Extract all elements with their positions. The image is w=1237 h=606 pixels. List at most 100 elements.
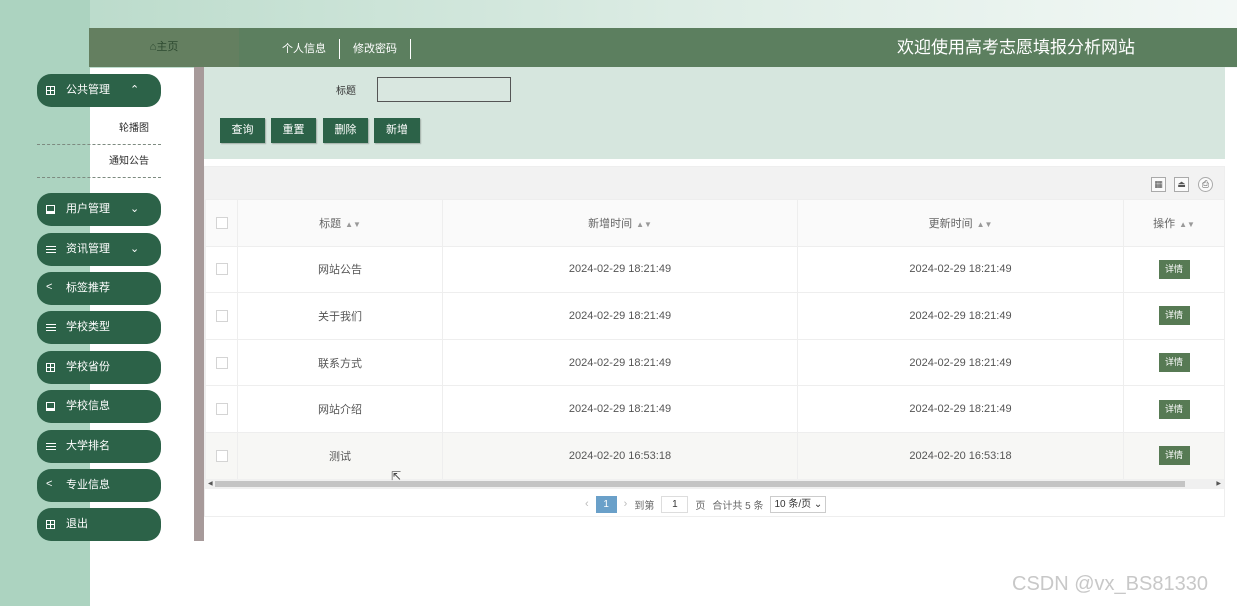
select-all-cell bbox=[205, 199, 238, 247]
row-select-cell bbox=[205, 385, 238, 433]
column-header-title[interactable]: 标题 ▲▼ bbox=[237, 199, 443, 247]
detail-button[interactable]: 详情 bbox=[1158, 399, 1190, 419]
menu-label: 专业信息 bbox=[66, 479, 110, 491]
detail-button[interactable]: 详情 bbox=[1158, 259, 1190, 279]
row-checkbox[interactable] bbox=[215, 449, 228, 462]
goto-label: 到第 bbox=[634, 500, 655, 512]
column-header-created[interactable]: 新增时间 ▲▼ bbox=[442, 199, 798, 247]
sort-icon[interactable]: ▲▼ bbox=[1179, 220, 1195, 229]
detail-button[interactable]: 详情 bbox=[1158, 353, 1190, 373]
table-row: 测试 2024-02-20 16:53:18 2024-02-20 16:53:… bbox=[205, 431, 1225, 480]
sort-icon[interactable]: ▲▼ bbox=[977, 220, 993, 229]
goto-page-input[interactable]: 1 bbox=[661, 495, 689, 513]
column-header-updated[interactable]: 更新时间 ▲▼ bbox=[797, 199, 1124, 247]
table-row: 关于我们 2024-02-29 18:21:49 2024-02-29 18:2… bbox=[205, 292, 1225, 340]
menu-label: 公共管理 bbox=[66, 84, 110, 96]
table-row: 网站介绍 2024-02-29 18:21:49 2024-02-29 18:2… bbox=[205, 385, 1225, 433]
row-checkbox[interactable] bbox=[215, 310, 228, 323]
title-cell: 网站介绍 bbox=[237, 385, 443, 433]
table-row: 联系方式 2024-02-29 18:21:49 2024-02-29 18:2… bbox=[205, 338, 1225, 387]
prev-page-button[interactable]: ‹ bbox=[585, 498, 589, 510]
row-checkbox[interactable] bbox=[215, 403, 228, 416]
sort-icon[interactable]: ▲▼ bbox=[636, 220, 652, 229]
title-search-input[interactable] bbox=[377, 77, 511, 102]
reset-button[interactable]: 重置 bbox=[271, 118, 316, 143]
menu-label: 退出 bbox=[66, 518, 88, 530]
menu-label: 标签推荐 bbox=[66, 282, 110, 294]
submenu-carousel[interactable]: 轮播图 bbox=[37, 112, 161, 145]
menu-school-type[interactable]: 学校类型 bbox=[37, 311, 161, 344]
created-cell: 2024-02-29 18:21:49 bbox=[442, 385, 798, 433]
book-icon bbox=[46, 205, 55, 214]
created-cell: 2024-02-29 18:21:49 bbox=[442, 338, 798, 387]
horizontal-scrollbar[interactable]: ◀ ▶ bbox=[205, 479, 1224, 489]
created-cell: 2024-02-20 16:53:18 bbox=[442, 431, 798, 480]
row-checkbox[interactable] bbox=[215, 263, 228, 276]
action-cell: 详情 bbox=[1123, 431, 1225, 480]
menu-news-management[interactable]: 资讯管理 ⌄ bbox=[37, 233, 161, 266]
action-cell: 详情 bbox=[1123, 385, 1225, 433]
title-cell: 网站公告 bbox=[237, 245, 443, 294]
sort-icon[interactable]: ▲▼ bbox=[345, 220, 361, 229]
page-suffix: 页 bbox=[695, 500, 706, 512]
row-checkbox[interactable] bbox=[215, 356, 228, 369]
delete-button[interactable]: 删除 bbox=[323, 118, 368, 143]
menu-school-province[interactable]: 学校省份 bbox=[37, 351, 161, 384]
scroll-left-icon[interactable]: ◀ bbox=[208, 479, 213, 489]
home-link[interactable]: ⌂主页 bbox=[89, 28, 239, 67]
print-icon[interactable]: ⎙ bbox=[1198, 177, 1213, 192]
menu-tag-recommend[interactable]: < 标签推荐 bbox=[37, 272, 161, 305]
chevron-up-icon: ⌃ bbox=[130, 84, 140, 96]
column-header-action[interactable]: 操作 ▲▼ bbox=[1123, 199, 1225, 247]
current-page-button[interactable]: 1 bbox=[595, 495, 617, 513]
top-nav: 个人信息 修改密码 bbox=[269, 39, 411, 59]
detail-button[interactable]: 详情 bbox=[1158, 446, 1190, 466]
page-size-select[interactable]: 10 条/页 ⌄ bbox=[770, 495, 827, 513]
nav-profile-link[interactable]: 个人信息 bbox=[269, 39, 340, 59]
grid-icon bbox=[46, 86, 55, 95]
column-label: 新增时间 bbox=[588, 217, 633, 230]
updated-cell: 2024-02-29 18:21:49 bbox=[797, 385, 1124, 433]
title-filter-label: 标题 bbox=[336, 86, 356, 97]
row-select-cell bbox=[205, 245, 238, 294]
updated-cell: 2024-02-29 18:21:49 bbox=[797, 245, 1124, 294]
scrollbar-thumb[interactable] bbox=[215, 481, 1185, 487]
menu-user-management[interactable]: 用户管理 ⌄ bbox=[37, 193, 161, 226]
nav-change-password-link[interactable]: 修改密码 bbox=[340, 39, 411, 59]
select-all-checkbox[interactable] bbox=[215, 216, 228, 229]
mouse-cursor-icon: ⇱ bbox=[391, 469, 402, 483]
submenu-notice[interactable]: 通知公告 bbox=[37, 145, 161, 178]
list-icon bbox=[46, 324, 56, 331]
action-cell: 详情 bbox=[1123, 338, 1225, 387]
row-select-cell bbox=[205, 431, 238, 480]
next-page-button[interactable]: › bbox=[624, 498, 628, 510]
site-title: 欢迎使用高考志愿填报分析网站 bbox=[897, 38, 1135, 57]
search-panel: 标题 查询 重置 删除 新增 bbox=[204, 67, 1225, 159]
menu-major-info[interactable]: < 专业信息 bbox=[37, 469, 161, 502]
row-select-cell bbox=[205, 338, 238, 387]
menu-label: 学校省份 bbox=[66, 361, 110, 373]
add-button[interactable]: 新增 bbox=[374, 118, 420, 143]
table-toolbar: ▦ ⏏ ⎙ bbox=[205, 167, 1224, 199]
list-icon bbox=[46, 443, 56, 450]
menu-label: 用户管理 bbox=[66, 203, 110, 215]
page-size-value: 10 条/页 bbox=[774, 498, 812, 510]
query-button[interactable]: 查询 bbox=[220, 118, 265, 143]
column-filter-icon[interactable]: ▦ bbox=[1151, 177, 1166, 192]
export-icon[interactable]: ⏏ bbox=[1174, 177, 1189, 192]
table-header-row: 标题 ▲▼ 新增时间 ▲▼ 更新时间 ▲▼ 操作 ▲▼ bbox=[205, 199, 1225, 247]
menu-logout[interactable]: 退出 bbox=[37, 508, 161, 541]
column-label: 更新时间 bbox=[928, 217, 973, 230]
title-cell: 测试 bbox=[237, 431, 443, 480]
watermark: CSDN @vx_BS81330 bbox=[1012, 573, 1208, 595]
column-label: 标题 bbox=[319, 217, 342, 230]
grid-icon bbox=[46, 520, 55, 529]
menu-public-management[interactable]: 公共管理 ⌃ bbox=[37, 74, 161, 107]
scroll-right-icon[interactable]: ▶ bbox=[1216, 479, 1221, 489]
action-cell: 详情 bbox=[1123, 292, 1225, 340]
share-icon: < bbox=[46, 478, 53, 490]
menu-school-info[interactable]: 学校信息 bbox=[37, 390, 161, 423]
detail-button[interactable]: 详情 bbox=[1158, 306, 1190, 326]
created-cell: 2024-02-29 18:21:49 bbox=[442, 245, 798, 294]
menu-university-ranking[interactable]: 大学排名 bbox=[37, 430, 161, 463]
